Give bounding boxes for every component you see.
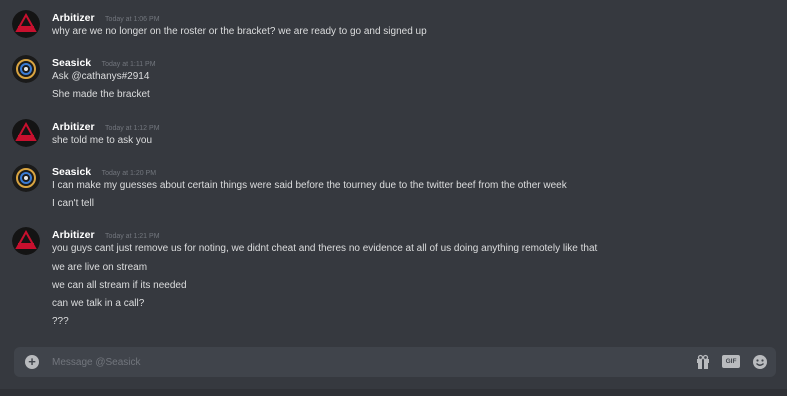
message-text: we are live on stream [52,262,148,273]
message-timestamp: Today at 1:21 PM [105,233,160,240]
message-text: you guys cant just remove us for noting,… [52,243,598,254]
avatar[interactable] [12,55,40,83]
message-text: we can all stream if its needed [52,280,187,291]
avatar[interactable] [12,227,40,255]
message-text: I can't tell [52,198,94,209]
plus-circle-icon[interactable]: + [25,355,39,369]
message-timestamp: Today at 1:11 PM [101,61,156,68]
author-name[interactable]: Arbitizer [52,12,95,24]
avatar[interactable] [12,10,40,38]
author-name[interactable]: Arbitizer [52,229,95,241]
message-text: she told me to ask you [52,135,153,146]
message-timestamp: Today at 1:06 PM [105,16,160,23]
message-timestamp: Today at 1:20 PM [101,170,157,177]
message-text: She made the bracket [52,89,150,100]
message-text: why are we no longer on the roster or th… [52,26,427,37]
avatar[interactable] [12,164,40,192]
message-header: Arbitizer Today at 1:12 PM [52,119,160,133]
dm-chat-window: Arbitizer Today at 1:06 PM why are we no… [0,0,787,396]
message-text: Ask @cathanys#2914 [52,71,150,82]
smiley-emoji-icon[interactable] [752,354,768,370]
message-input[interactable] [52,354,652,370]
window-bottom-edge [0,389,787,396]
author-name[interactable]: Seasick [52,57,91,69]
message-header: Seasick Today at 1:20 PM [52,164,156,178]
message-text: ??? [52,316,69,327]
message-header: Arbitizer Today at 1:21 PM [52,227,160,241]
message-list: Arbitizer Today at 1:06 PM why are we no… [0,0,787,340]
message-timestamp: Today at 1:12 PM [105,125,160,132]
gift-icon[interactable] [696,354,710,370]
message-text: I can make my guesses about certain thin… [52,180,567,191]
author-name[interactable]: Arbitizer [52,121,95,133]
message-header: Arbitizer Today at 1:06 PM [52,10,160,24]
avatar[interactable] [12,119,40,147]
gif-button[interactable]: GIF [722,355,740,368]
author-name[interactable]: Seasick [52,166,91,178]
message-header: Seasick Today at 1:11 PM [52,55,156,69]
message-composer: + GIF [14,347,776,377]
message-text: can we talk in a call? [52,298,145,309]
